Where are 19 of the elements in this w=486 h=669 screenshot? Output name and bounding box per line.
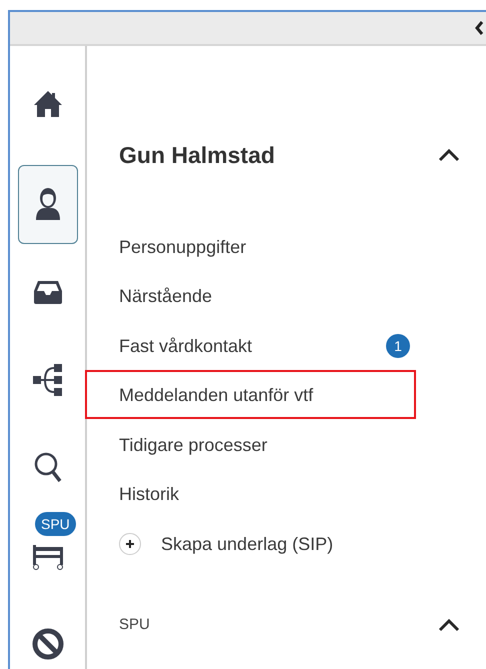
menu-link[interactable]: Meddelanden utanför vtf <box>119 382 314 410</box>
section-title: SPU <box>119 614 150 635</box>
action-link[interactable]: Skapa underlag (SIP) <box>161 530 334 558</box>
sitemap-icon[interactable] <box>32 363 62 397</box>
home-icon[interactable] <box>32 89 62 119</box>
plus-icon[interactable] <box>119 533 141 556</box>
menu-link[interactable]: Närstående <box>119 283 212 310</box>
menu-link[interactable]: Fast vårdkontakt <box>119 332 252 360</box>
nav-badge: SPU <box>35 512 76 536</box>
menu-link[interactable]: Historik <box>119 481 180 508</box>
ban-icon[interactable] <box>30 627 64 661</box>
menu-link[interactable]: Personuppgifter <box>119 234 246 261</box>
nav-button[interactable] <box>18 164 78 244</box>
menu-link[interactable]: Tidigare processer <box>119 432 268 459</box>
search-icon[interactable] <box>34 452 62 484</box>
patient-name: Gun Halmstad <box>119 141 275 170</box>
person-icon <box>34 187 62 221</box>
inbox-icon[interactable] <box>32 279 62 305</box>
count-badge: 1 <box>386 334 410 358</box>
